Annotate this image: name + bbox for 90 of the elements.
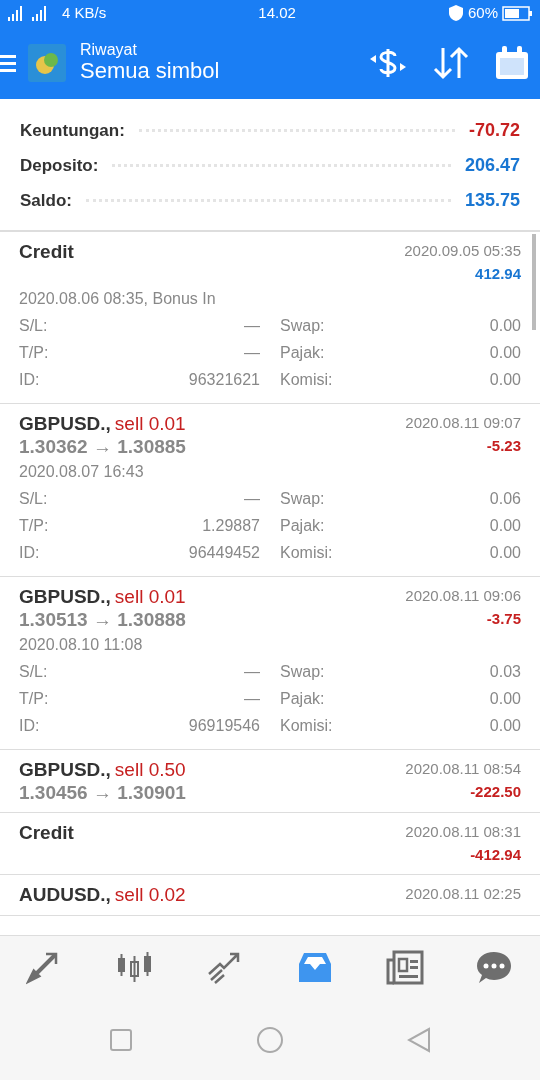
deal-time: 2020.08.11 09:07 bbox=[405, 413, 521, 433]
deal-row[interactable]: AUDUSD., sell 0.02 2020.08.11 02:25 bbox=[0, 875, 540, 916]
detail-value: 0.00 bbox=[489, 689, 521, 709]
deal-profit: 412.94 bbox=[475, 263, 521, 284]
deal-symbol: GBPUSD., bbox=[19, 412, 111, 436]
battery-percent: 60% bbox=[467, 2, 498, 23]
chat-bubble-icon[interactable] bbox=[476, 950, 514, 986]
deal-time: 2020.09.05 05:35 bbox=[404, 241, 521, 261]
detail-value: 1.29887 bbox=[202, 516, 260, 536]
open-info: 2020.08.07 16:43 bbox=[19, 462, 145, 482]
detail-label: Komisi: bbox=[280, 543, 333, 563]
deal-row[interactable]: GBPUSD., sell 0.50 1.30456 → 1.30901 2020.08.11 08:54 -222.50 bbox=[0, 750, 540, 813]
detail-label: Pajak: bbox=[280, 689, 325, 709]
detail-value: 0.00 bbox=[489, 370, 521, 390]
summary-label: Keuntungan: bbox=[20, 119, 125, 142]
detail-label: T/P: bbox=[19, 343, 49, 363]
deal-time: 2020.08.11 02:25 bbox=[405, 884, 521, 904]
detail-value: — bbox=[244, 316, 260, 336]
detail-value: 0.00 bbox=[489, 516, 521, 536]
detail-label: S/L: bbox=[19, 662, 48, 682]
newspaper-icon[interactable] bbox=[386, 950, 424, 986]
detail-label: T/P: bbox=[19, 516, 49, 536]
deal-profit: -3.75 bbox=[486, 608, 521, 629]
summary-label: Saldo: bbox=[20, 189, 72, 212]
deal-type: Credit bbox=[19, 240, 74, 264]
deal-symbol: GBPUSD., bbox=[19, 585, 111, 609]
deal-row-expanded[interactable]: GBPUSD., sell 0.01 1.30362 → 1.30885 2020.08.11 09:07 -5.23 2020.08.07 16:43 S/L: — Swap: 0.06 T/P: 1.29887 Pajak: 0.00 ID: 96449452 Komisi: 0.00 bbox=[0, 404, 540, 577]
shield-icon bbox=[447, 4, 464, 22]
app-logo-icon[interactable] bbox=[28, 43, 66, 82]
summary-value: 206.47 bbox=[464, 154, 520, 177]
detail-label: ID: bbox=[19, 543, 40, 563]
detail-value: — bbox=[244, 343, 260, 363]
detail-value: 96919546 bbox=[188, 716, 260, 736]
trade-volume: sell 0.50 bbox=[114, 758, 186, 782]
detail-label: Swap: bbox=[280, 662, 325, 682]
deal-profit: -5.23 bbox=[486, 435, 521, 456]
menu-icon[interactable] bbox=[0, 52, 16, 73]
detail-label: T/P: bbox=[19, 689, 49, 709]
detail-label: Komisi: bbox=[280, 716, 333, 736]
detail-value: — bbox=[244, 489, 260, 509]
screen-title: Semua simbol bbox=[80, 58, 220, 85]
detail-label: ID: bbox=[19, 370, 40, 390]
home-circle-icon[interactable] bbox=[256, 1026, 284, 1054]
summary-label: Deposito: bbox=[20, 154, 99, 177]
detail-label: Komisi: bbox=[280, 370, 333, 390]
detail-label: Swap: bbox=[280, 489, 325, 509]
detail-value: 0.00 bbox=[489, 716, 521, 736]
sort-arrows-icon[interactable] bbox=[432, 44, 470, 81]
price-range: 1.30513 → 1.30888 bbox=[19, 609, 186, 631]
summary-value: -70.72 bbox=[468, 119, 520, 142]
price-range: 1.30456 → 1.30901 bbox=[19, 782, 186, 804]
deal-type: Credit bbox=[19, 821, 74, 845]
back-triangle-icon[interactable] bbox=[406, 1027, 431, 1053]
trade-volume: sell 0.02 bbox=[114, 883, 186, 907]
detail-label: Pajak: bbox=[280, 516, 325, 536]
detail-value: 96321621 bbox=[188, 370, 260, 390]
clock: 14.02 bbox=[258, 2, 296, 23]
summary-value: 135.75 bbox=[464, 189, 520, 212]
trade-volume: sell 0.01 bbox=[114, 585, 186, 609]
calendar-icon[interactable] bbox=[494, 44, 530, 81]
trade-volume: sell 0.01 bbox=[114, 412, 186, 436]
detail-value: 0.00 bbox=[489, 343, 521, 363]
detail-label: S/L: bbox=[19, 316, 48, 336]
deal-profit: -222.50 bbox=[470, 781, 521, 802]
deal-symbol: GBPUSD., bbox=[19, 758, 111, 782]
detail-label: ID: bbox=[19, 716, 40, 736]
battery-icon bbox=[502, 5, 532, 21]
detail-value: 0.06 bbox=[489, 489, 521, 509]
price-range: 1.30362 → 1.30885 bbox=[19, 436, 186, 458]
deal-profit: -412.94 bbox=[470, 844, 521, 865]
deal-symbol: AUDUSD., bbox=[19, 883, 111, 907]
open-info: 2020.08.06 08:35, Bonus In bbox=[19, 289, 217, 309]
detail-label: Swap: bbox=[280, 316, 325, 336]
detail-value: — bbox=[244, 662, 260, 682]
detail-value: 0.00 bbox=[489, 316, 521, 336]
detail-value: — bbox=[244, 689, 260, 709]
screen-subtitle: Riwayat bbox=[80, 40, 138, 59]
detail-value: 96449452 bbox=[188, 543, 260, 563]
square-icon[interactable] bbox=[109, 1028, 134, 1052]
detail-label: S/L: bbox=[19, 489, 48, 509]
detail-value: 0.03 bbox=[489, 662, 521, 682]
detail-label: Pajak: bbox=[280, 343, 325, 363]
deal-time: 2020.08.11 09:06 bbox=[405, 586, 521, 606]
deal-time: 2020.08.11 08:54 bbox=[405, 759, 521, 779]
network-speed: 4 KB/s bbox=[62, 2, 107, 23]
deal-row[interactable]: Credit 2020.08.11 08:31 -412.94 bbox=[0, 813, 540, 875]
open-info: 2020.08.10 11:08 bbox=[19, 635, 144, 655]
detail-value: 0.00 bbox=[489, 543, 521, 563]
deal-row-expanded[interactable]: GBPUSD., sell 0.01 1.30513 → 1.30888 2020.08.11 09:06 -3.75 2020.08.10 11:08 S/L: — Swap: 0.03 T/P: — Pajak: 0.00 ID: 96919546 Komisi: 0.00 bbox=[0, 577, 540, 750]
deal-time: 2020.08.11 08:31 bbox=[405, 822, 521, 842]
